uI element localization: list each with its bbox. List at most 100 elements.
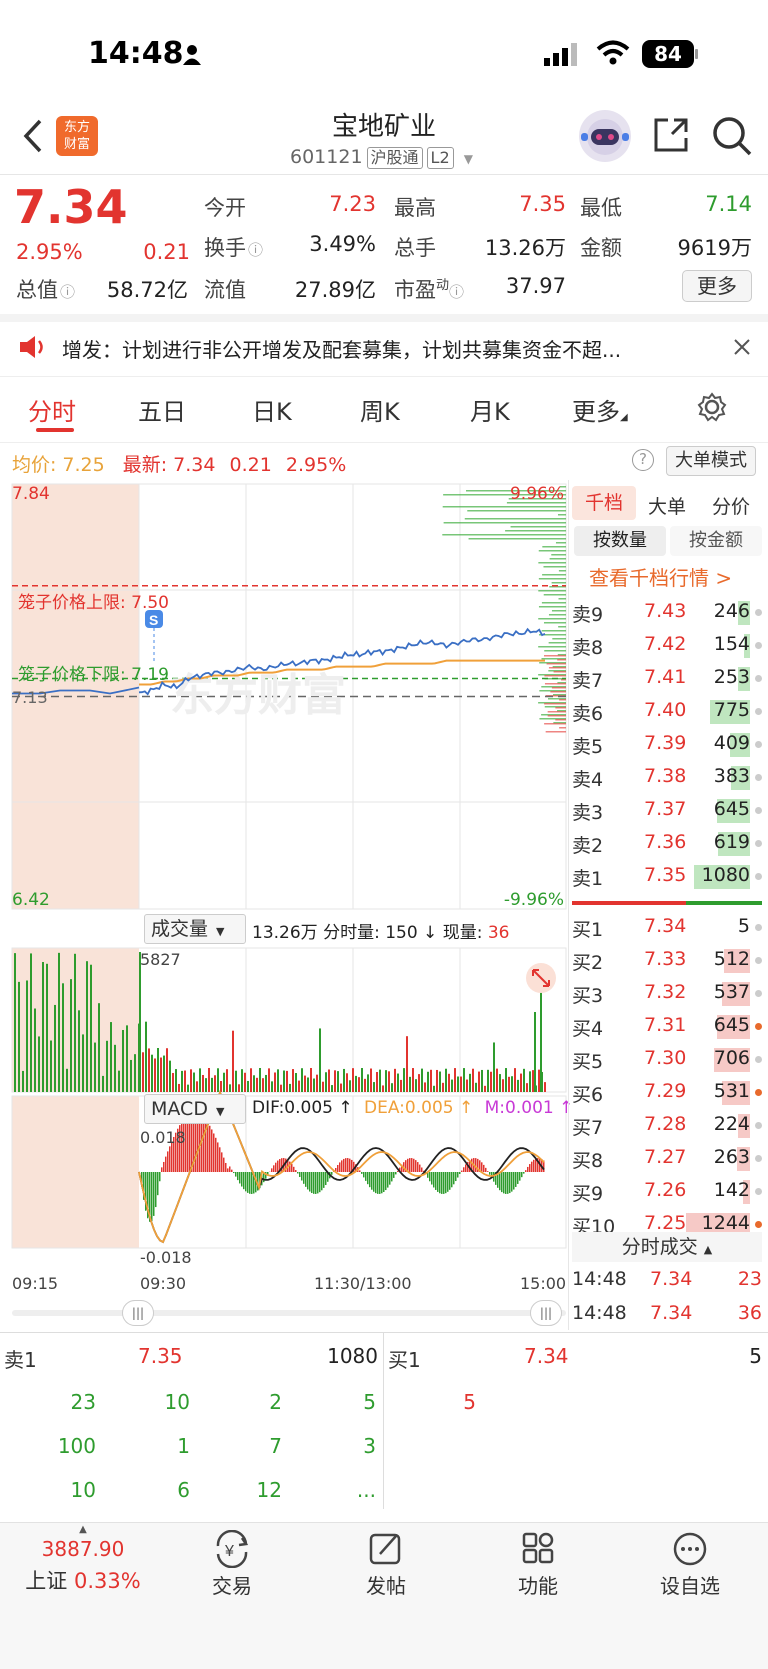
volume-bar — [307, 1077, 309, 1092]
depth-bar — [442, 506, 566, 508]
bid-row[interactable]: 买9 7.26 142 — [572, 1175, 762, 1208]
level-qty: 154 — [713, 633, 750, 655]
big-order-mode-button[interactable]: 大单模式 — [666, 446, 756, 476]
ask-row[interactable]: 卖2 7.36 619 — [572, 827, 762, 860]
volume-bar — [313, 1078, 315, 1092]
macd-bar — [369, 1172, 371, 1188]
depth-bar — [558, 626, 566, 628]
subtab-by-qty[interactable]: 按数量 — [574, 526, 666, 556]
bid-row[interactable]: 买8 7.27 263 — [572, 1142, 762, 1175]
nav-functions[interactable]: 功能 — [478, 1530, 598, 1599]
nav-trade[interactable]: ¥ 交易 — [172, 1529, 292, 1599]
depth-bar — [544, 703, 566, 705]
open-value: 7.23 — [329, 192, 376, 216]
depth-bar — [546, 663, 566, 665]
level-qty: 224 — [713, 1113, 750, 1135]
last-price: 7.34 — [14, 180, 128, 234]
volume-bar — [505, 1068, 507, 1092]
settings-icon[interactable] — [697, 392, 727, 426]
volume-bar — [523, 1068, 525, 1092]
bid-row[interactable]: 买7 7.28 224 — [572, 1109, 762, 1142]
level-price: 7.41 — [644, 666, 687, 688]
tab-5day[interactable]: 五日 — [138, 392, 186, 427]
range-slider-track[interactable] — [12, 1310, 566, 1316]
volume-bar — [409, 1076, 411, 1092]
volume-bar — [82, 1034, 84, 1092]
volume-bar — [421, 1068, 423, 1092]
volume-bar — [187, 1084, 189, 1092]
level-dot — [755, 642, 762, 649]
volume-bar — [442, 1082, 444, 1092]
robot-avatar-icon[interactable] — [579, 110, 631, 162]
bid-row[interactable]: 买4 7.31 645 — [572, 1010, 762, 1043]
stock-subtitle[interactable]: 601121 沪股通 L2 ▼ — [290, 146, 473, 169]
index-ticker[interactable]: ▲ 3887.90 上证 0.33% — [18, 1524, 148, 1595]
more-button[interactable]: 更多 — [682, 270, 752, 302]
level-label: 卖3 — [572, 802, 604, 824]
bid-row[interactable]: 买6 7.29 531 — [572, 1076, 762, 1109]
nav-trade-label: 交易 — [212, 1574, 252, 1598]
tab-daily[interactable]: 日K — [252, 392, 292, 427]
ask-row[interactable]: 卖1 7.35 1080 — [572, 860, 762, 893]
level-dot — [755, 957, 762, 964]
orderbook-tab-thousand[interactable]: 千档 — [572, 486, 636, 520]
volume-bar — [301, 1068, 303, 1092]
volume-selector[interactable]: 成交量 ▼ — [144, 914, 246, 944]
tick-price: 7.34 — [650, 1302, 693, 1324]
speaker-icon — [18, 334, 46, 364]
orderbook-tab-price[interactable]: 分价 — [712, 492, 750, 519]
ask-bid-divider — [572, 901, 762, 905]
bid-row[interactable]: 买1 7.34 5 — [572, 911, 762, 944]
ask-row[interactable]: 卖7 7.41 253 — [572, 662, 762, 695]
tick-row: 14:48 7.34 36 — [572, 1302, 762, 1324]
range-handle-left[interactable]: ||| — [122, 1300, 154, 1326]
orderbook-tab-bigorder[interactable]: 大单 — [648, 492, 686, 519]
volume-bar — [271, 1081, 273, 1092]
volume-bar — [211, 1077, 213, 1092]
depth-bar — [550, 691, 566, 693]
ask-row[interactable]: 卖9 7.43 246 — [572, 596, 762, 629]
volume-bar — [54, 1004, 56, 1092]
share-icon[interactable] — [652, 116, 690, 158]
ask-row[interactable]: 卖6 7.40 775 — [572, 695, 762, 728]
close-icon[interactable] — [733, 338, 751, 360]
help-icon[interactable]: ? — [632, 449, 654, 471]
ask-row[interactable]: 卖4 7.38 383 — [572, 761, 762, 794]
ask-row[interactable]: 卖5 7.39 409 — [572, 728, 762, 761]
volume-bar — [388, 1071, 390, 1092]
info-icon[interactable]: ⓘ — [248, 241, 263, 259]
volume-bar — [154, 1058, 156, 1092]
ask-row[interactable]: 卖8 7.42 154 — [572, 629, 762, 662]
tab-monthly[interactable]: 月K — [470, 392, 510, 427]
tab-more[interactable]: 更多◢ — [572, 392, 628, 427]
volume-bar — [415, 1079, 417, 1092]
info-icon[interactable]: ⓘ — [60, 283, 75, 301]
tab-weekly[interactable]: 周K — [360, 392, 400, 427]
search-icon[interactable] — [712, 116, 752, 160]
macd-bar — [225, 1162, 227, 1172]
nav-watchlist[interactable]: 设自选 — [630, 1530, 750, 1599]
bid-row[interactable]: 买3 7.32 537 — [572, 977, 762, 1010]
tab-intraday[interactable]: 分时 — [28, 392, 76, 427]
ticks-header[interactable]: 分时成交 ▲ — [572, 1232, 762, 1262]
range-handle-right[interactable]: ||| — [530, 1300, 562, 1326]
ask-row[interactable]: 卖3 7.37 645 — [572, 794, 762, 827]
notice-text[interactable]: 增发：计划进行非公开增发及配套募集，计划共募集资金不超... — [62, 334, 702, 363]
macd-bar — [455, 1172, 457, 1182]
mktcap-label-text: 总值 — [16, 278, 58, 302]
bid-row[interactable]: 买2 7.33 512 — [572, 944, 762, 977]
battery-icon: 84 — [642, 40, 694, 68]
level-dot — [755, 708, 762, 715]
macd-bar — [249, 1172, 251, 1194]
level-price: 7.27 — [644, 1146, 687, 1168]
volume-value: 13.26万 — [484, 236, 566, 260]
macd-selector[interactable]: MACD ▼ — [144, 1094, 246, 1124]
sell-queue-item: 1 — [177, 1434, 190, 1458]
turnover-label-text: 换手 — [204, 236, 246, 260]
subtab-by-amount[interactable]: 按金额 — [670, 526, 762, 556]
view-depth-link[interactable]: 查看千档行情 > — [589, 562, 732, 591]
info-icon[interactable]: ⓘ — [449, 283, 464, 301]
volume-bar — [499, 1074, 501, 1092]
bid-row[interactable]: 买5 7.30 706 — [572, 1043, 762, 1076]
nav-post[interactable]: 发帖 — [326, 1530, 446, 1599]
